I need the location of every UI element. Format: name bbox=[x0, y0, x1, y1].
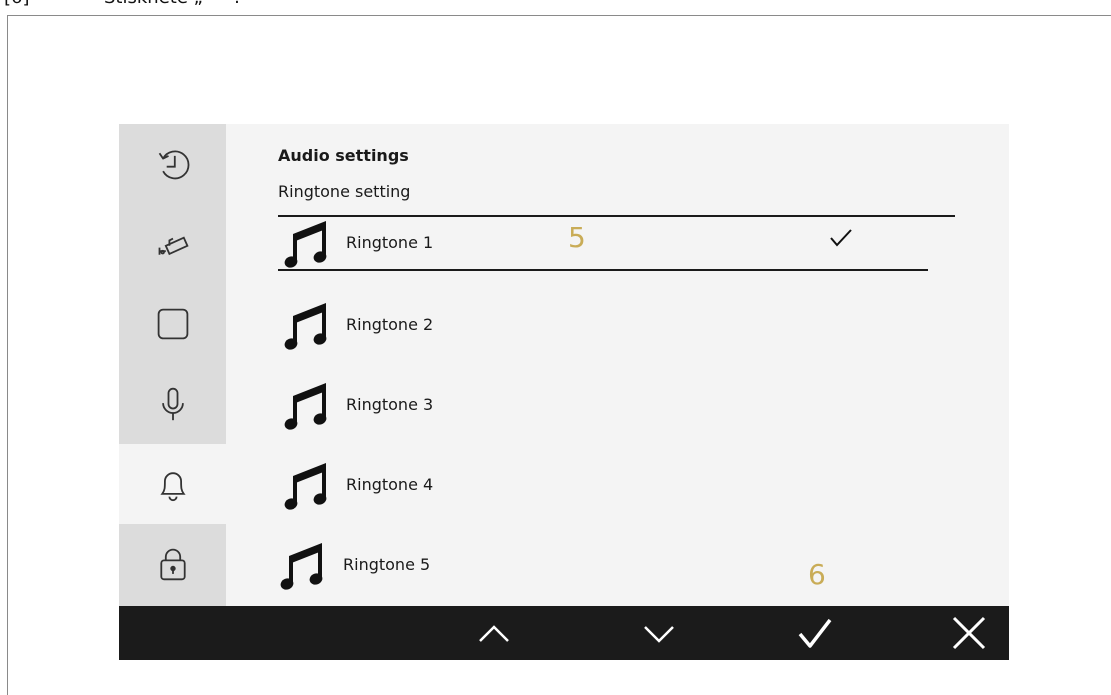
music-note-icon bbox=[280, 543, 323, 590]
music-note-icon bbox=[284, 221, 327, 268]
bell-icon bbox=[159, 472, 186, 502]
annotation-step-5: 5 bbox=[568, 221, 586, 254]
sidebar-item-history[interactable] bbox=[119, 124, 226, 204]
ringtone-item-4[interactable]: Ringtone 4 bbox=[278, 455, 958, 517]
intercom-screen: Audio settings Ringtone setting Ringtone… bbox=[119, 124, 1009, 660]
ringtone-label: Ringtone 2 bbox=[346, 315, 434, 334]
ringtone-item-5[interactable]: Ringtone 5 bbox=[278, 535, 958, 597]
confirm-button[interactable] bbox=[783, 606, 847, 660]
square-icon bbox=[157, 308, 188, 340]
ringtone-item-1[interactable]: Ringtone 1 5 bbox=[278, 213, 958, 275]
music-note-icon bbox=[284, 463, 327, 510]
scroll-up-button[interactable] bbox=[462, 606, 526, 660]
microphone-icon bbox=[161, 387, 184, 421]
step-instruction: Stiskněte „ ". bbox=[104, 0, 240, 8]
selection-bottom-line bbox=[278, 269, 928, 271]
history-icon bbox=[158, 150, 189, 180]
music-note-icon bbox=[284, 303, 327, 350]
camera-icon bbox=[158, 236, 189, 256]
document-step-header: [6]Stiskněte „ ". bbox=[4, 0, 240, 8]
close-button[interactable] bbox=[937, 606, 1001, 660]
sidebar-item-lock[interactable] bbox=[119, 524, 226, 604]
sidebar-item-microphone[interactable] bbox=[119, 364, 226, 444]
page-title: Audio settings bbox=[278, 146, 409, 165]
ringtone-label: Ringtone 1 bbox=[346, 233, 434, 252]
bottom-toolbar bbox=[119, 606, 1009, 660]
ringtone-label: Ringtone 4 bbox=[346, 475, 434, 494]
close-icon bbox=[952, 616, 986, 650]
step-number: [6] bbox=[4, 0, 104, 8]
page-subtitle: Ringtone setting bbox=[278, 182, 411, 201]
ringtone-item-3[interactable]: Ringtone 3 bbox=[278, 375, 958, 437]
checkmark-icon bbox=[798, 618, 832, 648]
sidebar-item-stop[interactable] bbox=[119, 284, 226, 364]
scroll-down-button[interactable] bbox=[627, 606, 691, 660]
sidebar-item-camera[interactable] bbox=[119, 204, 226, 284]
annotation-step-6: 6 bbox=[808, 558, 826, 591]
lock-icon bbox=[159, 548, 186, 581]
sidebar-item-ringtone[interactable] bbox=[119, 444, 226, 524]
ringtone-settings-content: Audio settings Ringtone setting Ringtone… bbox=[278, 124, 1009, 606]
ringtone-label: Ringtone 5 bbox=[343, 555, 431, 574]
sidebar bbox=[119, 124, 226, 606]
ringtone-label: Ringtone 3 bbox=[346, 395, 434, 414]
chevron-up-icon bbox=[479, 625, 509, 642]
music-note-icon bbox=[284, 383, 327, 430]
selected-check-icon bbox=[830, 229, 852, 247]
chevron-down-icon bbox=[644, 626, 674, 643]
ringtone-item-2[interactable]: Ringtone 2 bbox=[278, 295, 958, 357]
